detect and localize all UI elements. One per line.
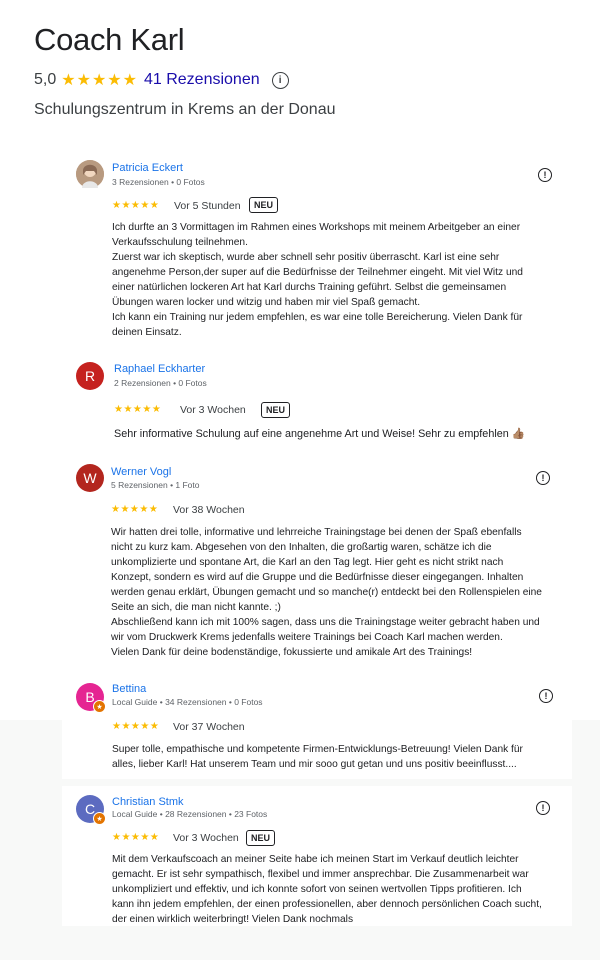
review-time: Vor 3 Wochen (180, 404, 246, 416)
flag-review-icon[interactable]: ! (536, 801, 550, 815)
reviews-count-link[interactable]: 41 Rezensionen (144, 71, 260, 89)
review-card: R Raphael Eckharter 2 Rezensionen • 0 Fo… (62, 352, 572, 448)
reviewer-meta: 2 Rezensionen • 0 Fotos (114, 378, 207, 388)
new-badge: NEU (246, 830, 276, 846)
business-category: Schulungszentrum in Krems an der Donau (34, 101, 336, 118)
review-text: Mit dem Verkaufscoach an meiner Seite ha… (112, 854, 542, 925)
review-text: Wir hatten drei tolle, informative und l… (111, 527, 542, 658)
avatar[interactable]: B ★ (76, 683, 106, 713)
reviewer-name[interactable]: Patricia Eckert (112, 162, 183, 174)
new-badge: NEU (249, 197, 279, 213)
flag-review-icon[interactable]: ! (536, 471, 550, 485)
new-badge: NEU (261, 402, 291, 418)
review-stars: ★★★★★ (114, 404, 162, 415)
avatar-initial: R (84, 368, 96, 384)
reviewer-name[interactable]: Bettina (112, 683, 146, 695)
local-guide-badge-icon: ★ (93, 700, 106, 713)
reviewer-meta: 3 Rezensionen • 0 Fotos (112, 177, 205, 187)
review-card: C ★ Christian Stmk Local Guide • 28 Reze… (62, 786, 572, 926)
flag-review-icon[interactable]: ! (539, 689, 553, 703)
flag-review-icon[interactable]: ! (538, 168, 552, 182)
review-text: Ich durfte an 3 Vormittagen im Rahmen ei… (112, 222, 523, 338)
review-card: W Werner Vogl 5 Rezensionen • 1 Foto ! ★… (62, 455, 572, 667)
review-time: Vor 3 Wochen (173, 832, 239, 844)
review-text: Super tolle, empathische und kompetente … (112, 744, 523, 770)
review-text: Sehr informative Schulung auf eine angen… (114, 428, 526, 440)
review-time: Vor 5 Stunden (174, 200, 241, 212)
review-card: B ★ Bettina Local Guide • 34 Rezensionen… (62, 673, 572, 779)
avatar-initial: W (83, 470, 97, 486)
local-guide-badge-icon: ★ (93, 812, 106, 825)
review-stars: ★★★★★ (112, 721, 160, 732)
review-stars: ★★★★★ (111, 504, 159, 515)
reviewer-name[interactable]: Raphael Eckharter (114, 363, 205, 375)
reviewer-name[interactable]: Christian Stmk (112, 796, 184, 808)
rating-row: 5,0 ★★★★★ 41 Rezensionen i (34, 70, 289, 90)
reviewer-meta: Local Guide • 28 Rezensionen • 23 Fotos (112, 809, 268, 819)
reviewer-name[interactable]: Werner Vogl (111, 466, 171, 478)
review-time: Vor 38 Wochen (173, 504, 245, 516)
info-icon[interactable]: i (271, 71, 289, 89)
rating-stars: ★★★★★ (61, 72, 138, 89)
reviewer-meta: 5 Rezensionen • 1 Foto (111, 480, 200, 490)
avatar[interactable]: C ★ (76, 795, 106, 825)
avatar[interactable]: W (76, 464, 104, 492)
business-title: Coach Karl (34, 22, 185, 57)
avatar-photo[interactable] (76, 160, 104, 188)
review-card: Patricia Eckert 3 Rezensionen • 0 Fotos … (62, 148, 572, 344)
review-stars: ★★★★★ (112, 832, 160, 843)
reviewer-meta: Local Guide • 34 Rezensionen • 0 Fotos (112, 697, 263, 707)
review-time: Vor 37 Wochen (173, 721, 245, 733)
rating-value: 5,0 (34, 71, 57, 88)
avatar[interactable]: R (76, 362, 104, 390)
review-stars: ★★★★★ (112, 200, 160, 211)
